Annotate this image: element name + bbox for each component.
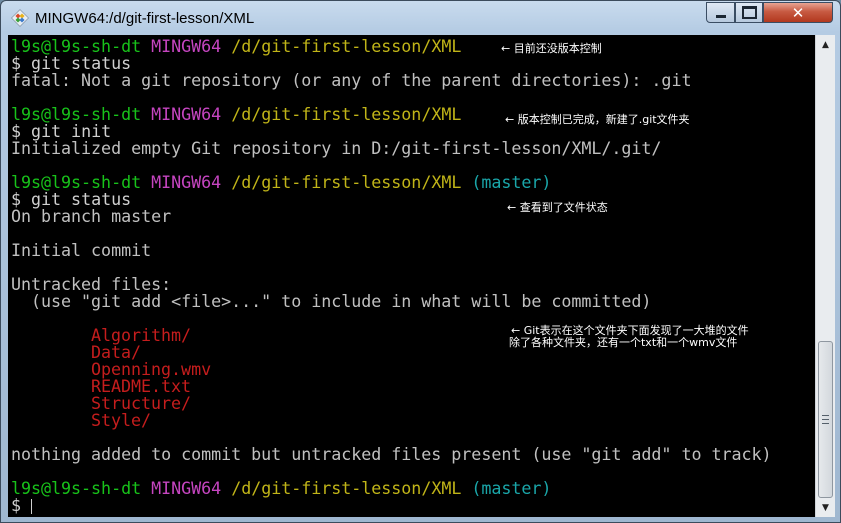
text-cursor [31,499,33,514]
maximize-icon [741,6,757,19]
prompt-path: /d/git-first-lesson/XML [231,36,462,56]
annotation-note: ← 目前还没版本控制 [501,42,602,55]
scroll-down-arrow-icon: ▼ [822,502,829,513]
output-line: Initialized empty Git repository in D:/g… [11,138,662,158]
title-bar[interactable]: MINGW64:/d/git-first-lesson/XML ✕ [1,1,840,35]
minimize-button[interactable] [706,2,735,23]
prompt-branch: (master) [471,172,552,192]
close-button[interactable]: ✕ [763,2,833,23]
terminal-output[interactable]: l9s@l9s-sh-dt MINGW64 /d/git-first-lesso… [8,35,815,517]
prompt-symbol: $ [11,495,22,515]
prompt-env: MINGW64 [151,36,222,56]
prompt-branch: (master) [471,478,552,498]
annotation-note: ← 版本控制已完成，新建了.git文件夹 [505,113,690,126]
scroll-up-button[interactable]: ▲ [816,35,835,54]
maximize-button[interactable] [735,2,763,23]
prompt-line: l9s@l9s-sh-dt MINGW64 /d/git-first-lesso… [11,480,551,497]
output-line: nothing added to commit but untracked fi… [11,444,772,464]
window-title: MINGW64:/d/git-first-lesson/XML [35,10,255,27]
close-icon: ✕ [791,3,805,22]
prompt-path: /d/git-first-lesson/XML [231,172,462,192]
prompt-path: /d/git-first-lesson/XML [231,104,462,124]
prompt-env: MINGW64 [151,104,222,124]
scroll-down-button[interactable]: ▼ [816,498,835,517]
prompt-path: /d/git-first-lesson/XML [231,478,462,498]
prompt-env: MINGW64 [151,478,222,498]
git-bash-icon [11,9,29,27]
annotation-note: 除了各种文件夹，还有一个txt和一个wmv文件 [509,336,738,349]
output-line: Initial commit [11,240,152,260]
prompt-env: MINGW64 [151,172,222,192]
output-line: (use "git add <file>..." to include in w… [11,291,652,311]
output-line: On branch master [11,206,172,226]
scrollbar-thumb[interactable] [818,341,833,498]
scroll-up-arrow-icon: ▲ [822,39,829,50]
vertical-scrollbar[interactable]: ▲ ▼ [815,35,835,517]
annotation-note: ← 查看到了文件状态 [507,201,608,214]
command-line[interactable]: $ [11,495,33,515]
output-line: fatal: Not a git repository (or any of t… [11,70,692,90]
terminal-window: MINGW64:/d/git-first-lesson/XML ✕ l9s@l9… [0,0,841,523]
grip-icon [822,415,829,424]
untracked-file: Style/ [91,410,152,430]
minimize-icon [715,15,726,18]
